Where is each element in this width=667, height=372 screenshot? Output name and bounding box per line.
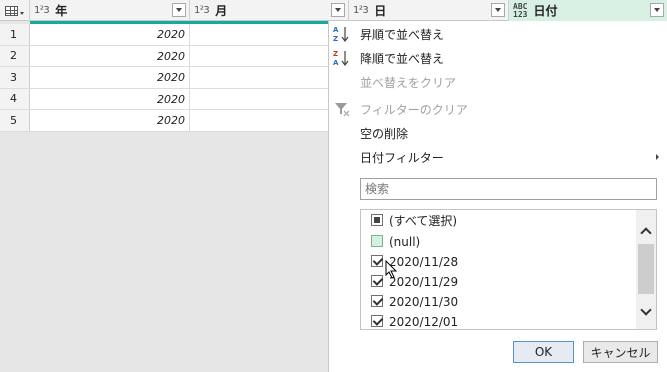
cell-month[interactable] xyxy=(190,24,328,45)
select-all-checkbox[interactable] xyxy=(371,214,383,226)
table-row[interactable]: 3 2020 xyxy=(0,67,328,89)
row-number[interactable]: 3 xyxy=(0,67,30,88)
column-header-date[interactable]: ABC 123 日付 xyxy=(509,0,667,21)
menu-item-clear-sort[interactable]: 並べ替えをクリア xyxy=(329,71,667,93)
menu-item-label: 昇順で並べ替え xyxy=(360,27,445,42)
list-item[interactable]: 2020/11/29 xyxy=(361,271,636,292)
menu-item-remove-empty[interactable]: 空の削除 xyxy=(329,122,667,144)
cell-month[interactable] xyxy=(190,110,328,131)
column-header-month[interactable]: 1²3 月 xyxy=(190,0,349,21)
list-item[interactable]: (null) xyxy=(361,231,636,252)
cell-year[interactable]: 2020 xyxy=(30,88,190,109)
filter-dropdown-button[interactable] xyxy=(331,3,345,17)
cell-year[interactable]: 2020 xyxy=(30,67,190,88)
menu-item-date-filters[interactable]: 日付フィルター xyxy=(329,146,667,168)
whole-number-type-icon[interactable]: 1²3 xyxy=(194,5,210,16)
checkbox[interactable] xyxy=(371,275,383,287)
list-scrollbar[interactable] xyxy=(636,210,656,329)
column-name: 日 xyxy=(374,4,387,18)
menu-item-label: 日付フィルター xyxy=(360,150,444,165)
table-row[interactable]: 4 2020 xyxy=(0,88,328,110)
cell-month[interactable] xyxy=(190,67,328,88)
cell-year[interactable]: 2020 xyxy=(30,110,190,131)
cell-month[interactable] xyxy=(190,89,328,110)
row-number[interactable]: 5 xyxy=(0,110,30,131)
row-number[interactable]: 2 xyxy=(0,45,30,66)
search-input[interactable] xyxy=(361,179,656,199)
checkbox[interactable] xyxy=(371,315,383,327)
list-item[interactable]: (すべて選択) xyxy=(361,210,636,231)
whole-number-type-icon[interactable]: 1²3 xyxy=(353,5,369,16)
list-item[interactable]: 2020/11/28 xyxy=(361,251,636,272)
clear-filter-icon xyxy=(335,103,350,117)
table-menu-button[interactable] xyxy=(0,0,30,21)
svg-text:A: A xyxy=(333,59,339,67)
checkbox[interactable] xyxy=(371,255,383,267)
menu-item-sort-descending[interactable]: Z A 降順で並べ替え xyxy=(329,47,667,69)
scroll-up-icon[interactable] xyxy=(636,222,656,240)
table-row[interactable]: 5 2020 xyxy=(0,110,328,132)
whole-number-type-icon[interactable]: 1²3 xyxy=(34,5,50,16)
menu-item-clear-filter[interactable]: フィルターのクリア xyxy=(329,98,667,120)
scroll-thumb[interactable] xyxy=(638,244,654,294)
cell-month[interactable] xyxy=(190,46,328,67)
data-grid: 1 2020 2 2020 3 2020 4 2020 5 2020 xyxy=(0,24,328,132)
table-icon xyxy=(5,5,18,16)
filter-dropdown-button[interactable] xyxy=(172,3,186,17)
column-name: 月 xyxy=(215,4,228,18)
list-item[interactable]: 2020/12/01 xyxy=(361,311,636,329)
sort-descending-icon: Z A xyxy=(333,50,349,67)
svg-text:Z: Z xyxy=(333,35,338,43)
chevron-down-icon xyxy=(20,12,24,15)
menu-item-label: 並べ替えをクリア xyxy=(360,75,457,90)
column-header-year[interactable]: 1²3 年 xyxy=(30,0,190,21)
mouse-cursor-icon xyxy=(385,260,398,279)
row-number[interactable]: 4 xyxy=(0,88,30,109)
filter-values-list[interactable]: (すべて選択) (null) 2020/11/28 2020/11/29 202… xyxy=(360,209,657,330)
svg-text:Z: Z xyxy=(333,50,338,58)
menu-item-label: フィルターのクリア xyxy=(360,102,468,117)
filter-dropdown-button[interactable] xyxy=(491,3,505,17)
cell-year[interactable]: 2020 xyxy=(30,24,190,45)
table-row[interactable]: 2 2020 xyxy=(0,45,328,67)
cell-year[interactable]: 2020 xyxy=(30,45,190,66)
checkbox[interactable] xyxy=(371,235,383,247)
ok-button[interactable]: OK xyxy=(513,341,574,363)
any-type-icon[interactable]: ABC 123 xyxy=(513,2,527,19)
cancel-button[interactable]: キャンセル xyxy=(583,341,658,363)
filter-menu: A Z 昇順で並べ替え Z A 降順で並べ替え 並べ替えをクリア フィルターのク… xyxy=(328,21,667,372)
checkbox[interactable] xyxy=(371,295,383,307)
scroll-down-icon[interactable] xyxy=(636,303,656,321)
submenu-arrow-icon xyxy=(656,154,659,160)
column-name: 年 xyxy=(55,4,68,18)
table-row[interactable]: 1 2020 xyxy=(0,24,328,46)
menu-item-sort-ascending[interactable]: A Z 昇順で並べ替え xyxy=(329,23,667,45)
column-header-row: 1²3 年 1²3 月 1²3 日 ABC 123 日付 xyxy=(0,0,667,21)
menu-item-label: 降順で並べ替え xyxy=(360,51,445,66)
column-name: 日付 xyxy=(533,4,558,18)
sort-ascending-icon: A Z xyxy=(333,26,349,43)
filter-dropdown-button[interactable] xyxy=(650,3,664,17)
column-header-day[interactable]: 1²3 日 xyxy=(349,0,509,21)
row-number[interactable]: 1 xyxy=(0,24,30,45)
menu-item-label: 空の削除 xyxy=(360,126,409,141)
filter-search-box[interactable] xyxy=(360,178,657,200)
svg-text:A: A xyxy=(333,26,339,34)
list-item[interactable]: 2020/11/30 xyxy=(361,291,636,312)
